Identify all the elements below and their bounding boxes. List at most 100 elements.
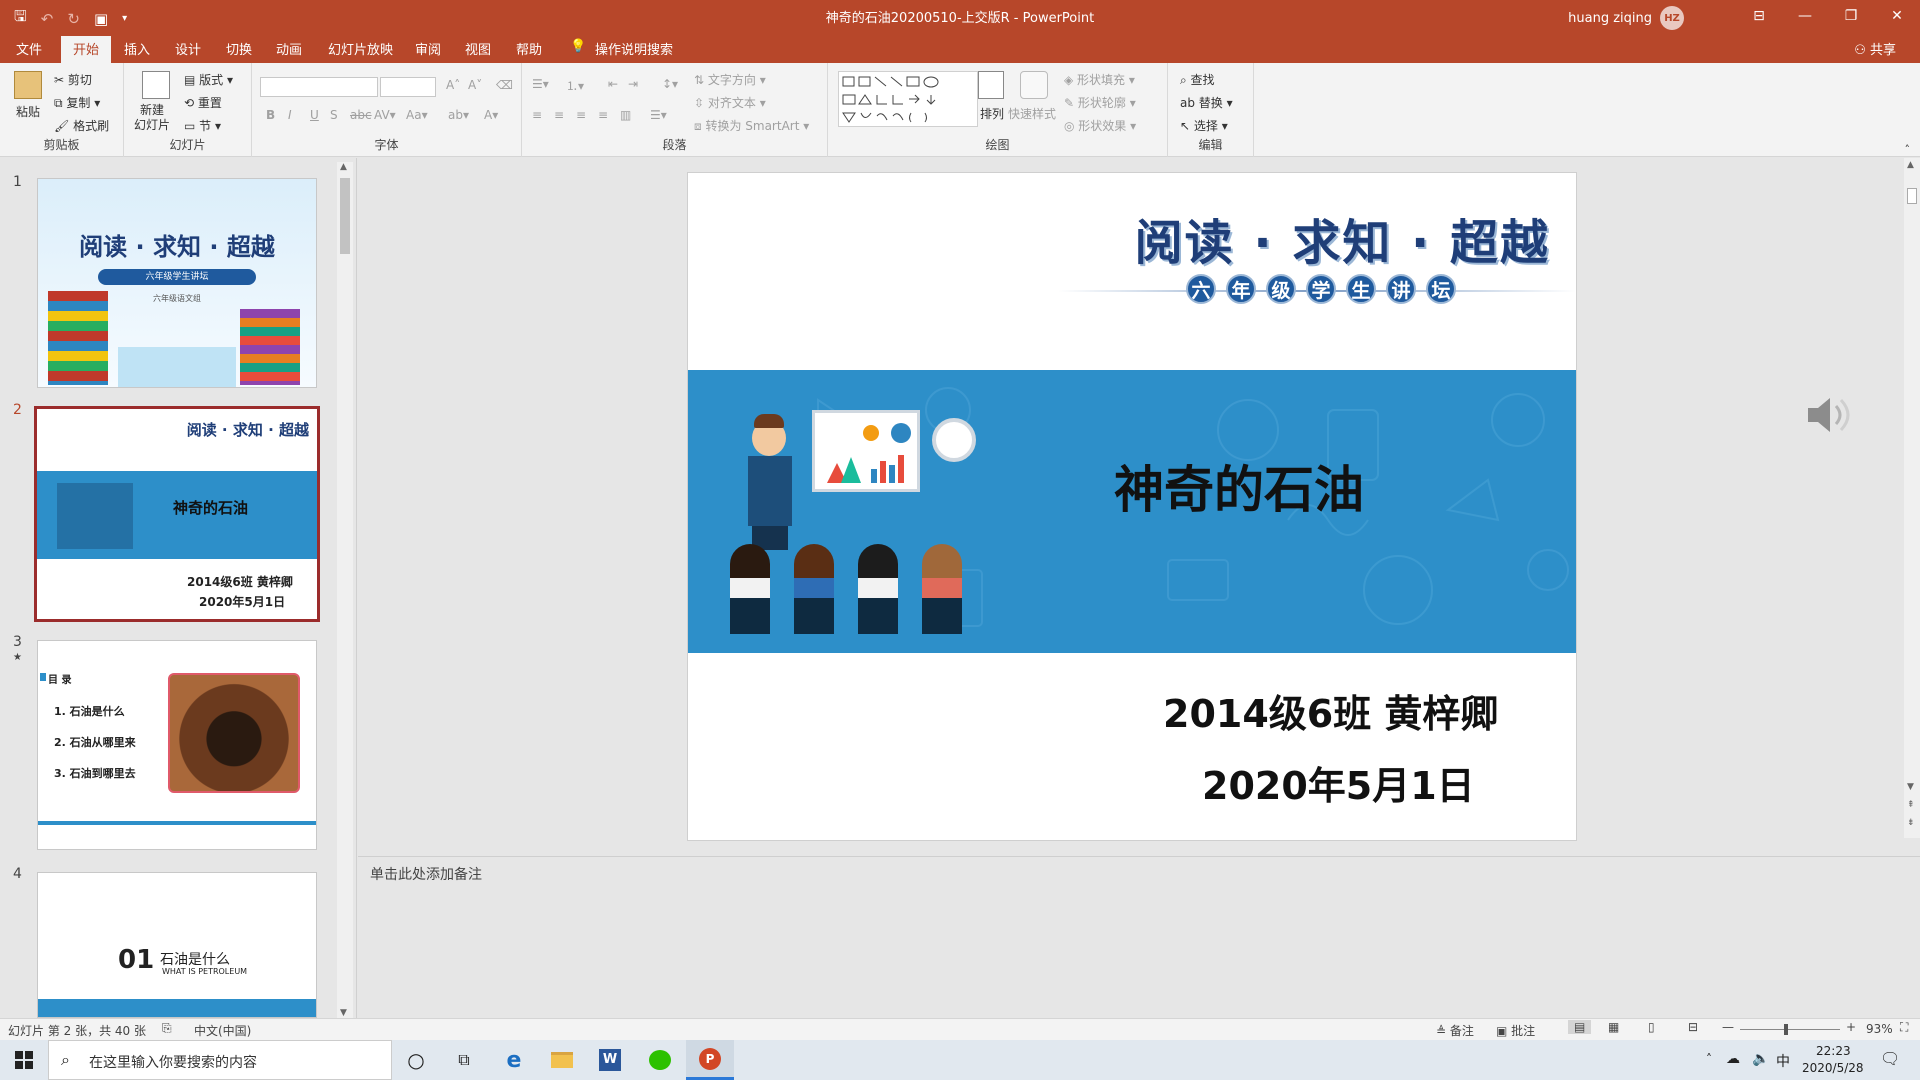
slide-title[interactable]: 神奇的石油: [1114, 450, 1364, 522]
word-app-icon[interactable]: W: [586, 1040, 634, 1080]
thumbnail-scrollbar[interactable]: ▲ ▼: [337, 162, 353, 1018]
new-slide-icon[interactable]: [142, 71, 170, 99]
file-explorer-icon[interactable]: [538, 1040, 586, 1080]
format-painter-button[interactable]: 🖌 格式刷: [54, 117, 109, 134]
ime-indicator[interactable]: 中: [1776, 1051, 1790, 1071]
align-center-icon[interactable]: ≡: [554, 108, 564, 122]
align-left-icon[interactable]: ≡: [532, 108, 542, 122]
zoom-slider[interactable]: [1740, 1024, 1840, 1035]
current-slide[interactable]: 阅读 · 求知 · 超越 六 年 级 学 生 讲 坛 神奇的石油 2014级6班…: [687, 172, 1577, 841]
align-objects-icon[interactable]: ☰▾: [650, 108, 667, 122]
collapse-ribbon-icon[interactable]: ˄: [1905, 143, 1911, 156]
slide-class-line[interactable]: 2014级6班 黄梓卿: [1163, 683, 1498, 738]
start-from-beginning-icon[interactable]: ▣: [94, 10, 108, 28]
volume-icon[interactable]: 🔈: [1752, 1051, 1769, 1067]
tab-review[interactable]: 审阅: [415, 39, 441, 58]
zoom-level[interactable]: 93%: [1866, 1022, 1893, 1036]
tab-insert[interactable]: 插入: [124, 39, 150, 58]
shape-outline-button[interactable]: ✎ 形状轮廓 ▾: [1064, 94, 1136, 111]
clock-time[interactable]: 22:23: [1816, 1044, 1851, 1058]
section-button[interactable]: ▭ 节 ▾: [184, 117, 221, 134]
shape-effects-button[interactable]: ◎ 形状效果 ▾: [1064, 117, 1136, 134]
fit-to-window-icon[interactable]: ⛶: [1900, 1020, 1908, 1035]
new-slide-button[interactable]: 新建 幻灯片: [134, 103, 170, 133]
reset-button[interactable]: ⟲ 重置: [184, 94, 222, 111]
scroll-down-icon[interactable]: ▼: [1907, 782, 1914, 792]
bullets-icon[interactable]: ☰▾: [532, 77, 549, 91]
tab-help[interactable]: 帮助: [516, 39, 542, 58]
numbering-icon[interactable]: ⒈▾: [566, 77, 584, 94]
notification-center-icon[interactable]: 🗨: [1880, 1049, 1900, 1068]
tab-slideshow[interactable]: 幻灯片放映: [328, 39, 393, 58]
comments-toggle-button[interactable]: ▣ 批注: [1496, 1022, 1535, 1039]
customize-qat-icon[interactable]: ▾: [122, 13, 127, 24]
close-button[interactable]: ✕: [1874, 0, 1920, 32]
save-icon[interactable]: 🖫: [14, 6, 27, 31]
user-account[interactable]: huang ziqing HZ: [1568, 6, 1684, 30]
taskbar-search-box[interactable]: ⌕ 在这里输入你要搜索的内容: [48, 1040, 392, 1080]
undo-icon[interactable]: ↶: [41, 10, 54, 28]
scroll-down-icon[interactable]: ▼: [340, 1008, 347, 1018]
decrease-font-icon[interactable]: A˅: [468, 78, 482, 92]
wechat-app-icon[interactable]: [636, 1040, 684, 1080]
zoom-out-icon[interactable]: —: [1722, 1020, 1734, 1034]
clear-format-icon[interactable]: ⌫: [496, 78, 513, 92]
shadow-icon[interactable]: S: [330, 108, 338, 122]
columns-icon[interactable]: ▥: [620, 108, 631, 122]
notes-toggle-button[interactable]: ≜ 备注: [1436, 1022, 1474, 1039]
italic-icon[interactable]: I: [288, 108, 292, 122]
spell-check-icon[interactable]: ⎘: [162, 1021, 172, 1036]
scroll-up-icon[interactable]: ▲: [1907, 160, 1914, 170]
zoom-slider-thumb[interactable]: [1784, 1024, 1788, 1035]
editor-scrollbar[interactable]: ▲ ▼ ⇞ ⇟: [1904, 158, 1920, 838]
quick-styles-icon[interactable]: [1020, 71, 1048, 99]
tab-view[interactable]: 视图: [465, 39, 491, 58]
increase-indent-icon[interactable]: ⇥: [628, 77, 638, 91]
paste-icon[interactable]: [14, 71, 42, 99]
find-button[interactable]: ⌕ 查找: [1180, 71, 1215, 88]
language-indicator[interactable]: 中文(中国): [194, 1022, 251, 1039]
select-button[interactable]: ↖ 选择 ▾: [1180, 117, 1228, 134]
edge-browser-icon[interactable]: e: [490, 1040, 538, 1080]
highlight-icon[interactable]: ab▾: [448, 108, 469, 122]
ribbon-display-options-icon[interactable]: ⊟: [1736, 0, 1782, 32]
char-spacing-icon[interactable]: AV▾: [374, 108, 396, 122]
strikethrough-icon[interactable]: abc: [350, 108, 372, 122]
slideshow-icon[interactable]: ⊟: [1688, 1020, 1698, 1034]
notes-pane[interactable]: 单击此处添加备注: [358, 856, 1920, 1018]
share-button[interactable]: ⚇ 共享: [1854, 39, 1896, 58]
scroll-up-icon[interactable]: ▲: [340, 162, 347, 172]
scrollbar-thumb[interactable]: [340, 178, 350, 254]
line-spacing-icon[interactable]: ↕▾: [662, 77, 678, 91]
convert-smartart-button[interactable]: ⧈ 转换为 SmartArt ▾: [694, 117, 809, 134]
powerpoint-app-icon[interactable]: P: [686, 1040, 734, 1080]
align-text-button[interactable]: ⇳ 对齐文本 ▾: [694, 94, 766, 111]
slide-thumbnail-1[interactable]: 阅读 · 求知 · 超越 六年级学生讲坛 六年级语文组: [37, 178, 317, 388]
onedrive-cloud-icon[interactable]: ☁: [1726, 1051, 1740, 1067]
next-slide-icon[interactable]: ⇟: [1907, 818, 1915, 828]
paste-button[interactable]: 粘贴: [16, 103, 40, 120]
audio-speaker-icon[interactable]: [1804, 394, 1850, 436]
cut-button[interactable]: ✂ 剪切: [54, 71, 92, 88]
tab-transitions[interactable]: 切换: [226, 39, 252, 58]
reading-view-icon[interactable]: ▯: [1648, 1020, 1655, 1034]
cortana-icon[interactable]: ○: [392, 1040, 440, 1080]
justify-icon[interactable]: ≡: [598, 108, 608, 122]
quick-styles-button[interactable]: 快速样式: [1008, 105, 1056, 122]
slide-thumbnail-3[interactable]: 目 录 1. 石油是什么 2. 石油从哪里来 3. 石油到哪里去: [37, 640, 317, 850]
font-color-icon[interactable]: A▾: [484, 108, 498, 122]
tab-file[interactable]: 文件: [16, 39, 42, 58]
tab-home[interactable]: 开始: [61, 36, 112, 63]
slide-date-line[interactable]: 2020年5月1日: [1202, 755, 1475, 810]
replace-button[interactable]: ab 替换 ▾: [1180, 94, 1233, 111]
task-view-icon[interactable]: ⧉: [440, 1040, 488, 1080]
tell-me-search[interactable]: 操作说明搜索: [595, 39, 673, 58]
tab-animations[interactable]: 动画: [276, 39, 302, 58]
change-case-icon[interactable]: Aa▾: [406, 108, 428, 122]
increase-font-icon[interactable]: A˄: [446, 78, 460, 92]
arrange-icon[interactable]: [978, 71, 1004, 99]
decrease-indent-icon[interactable]: ⇤: [608, 77, 618, 91]
slide-thumbnail-4[interactable]: 01 石油是什么 WHAT IS PETROLEUM: [37, 872, 317, 1018]
slide-sorter-icon[interactable]: ▦: [1608, 1020, 1619, 1034]
normal-view-icon[interactable]: ▤: [1568, 1020, 1592, 1034]
